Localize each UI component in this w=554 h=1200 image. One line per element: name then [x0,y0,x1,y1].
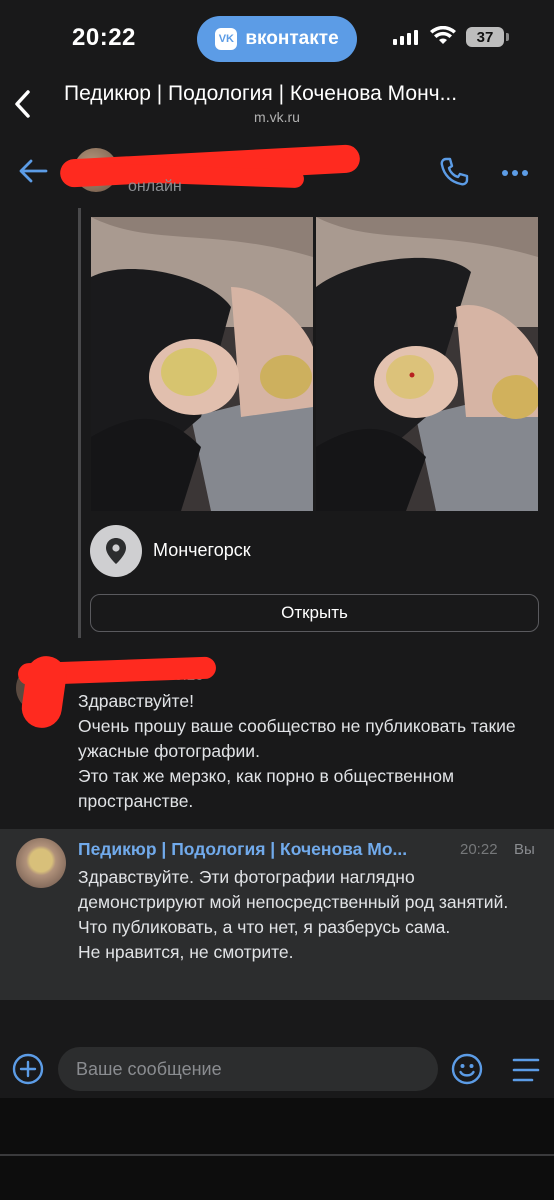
forwarded-post-bar [78,208,81,638]
home-indicator [0,1154,554,1156]
vk-logo-icon: VK [215,28,238,50]
you-label: Вы [514,841,535,858]
location-pin-icon [90,525,142,577]
vk-app-label: вконтакте [245,28,339,49]
battery-tip [506,33,509,41]
more-icon[interactable] [502,170,528,176]
message-composer [0,1040,554,1098]
message-time: 20:22 [460,841,498,858]
community-avatar[interactable] [16,838,66,888]
location-label: Мончегорск [153,540,251,560]
message-author[interactable]: Педикюр | Подология | Коченова Мо... [78,839,450,860]
post-photo-2[interactable] [316,217,538,511]
status-bar: 20:22 VK вконтакте 37 [0,0,554,76]
browser-url: m.vk.ru [254,109,300,125]
back-arrow-icon[interactable] [18,158,48,184]
online-status: онлайн [128,178,182,195]
message-text: Здравствуйте! Очень прошу ваше сообществ… [78,691,516,811]
menu-lines-icon[interactable] [512,1057,540,1083]
emoji-icon[interactable] [451,1053,483,1085]
browser-title: Педикюр | Подология | Коченова Монч... [64,82,458,105]
status-time: 20:22 [72,24,136,51]
wifi-icon [430,26,456,44]
post-photo-1[interactable] [91,217,313,511]
add-attachment-icon[interactable] [12,1053,44,1085]
vk-app-pill[interactable]: VK вконтакте [197,16,357,62]
phone-icon[interactable] [438,156,470,188]
bottom-area [0,1098,554,1200]
chat-header: онлайн [0,140,554,204]
cellular-signal-icon [393,30,418,45]
message-input[interactable] [58,1047,438,1091]
message-text: Здравствуйте. Эти фотографии наглядно де… [78,867,509,962]
browser-header: Педикюр | Подология | Коченова Монч... m… [0,76,554,132]
battery-icon: 37 [466,27,504,47]
open-button[interactable]: Открыть [90,594,539,632]
